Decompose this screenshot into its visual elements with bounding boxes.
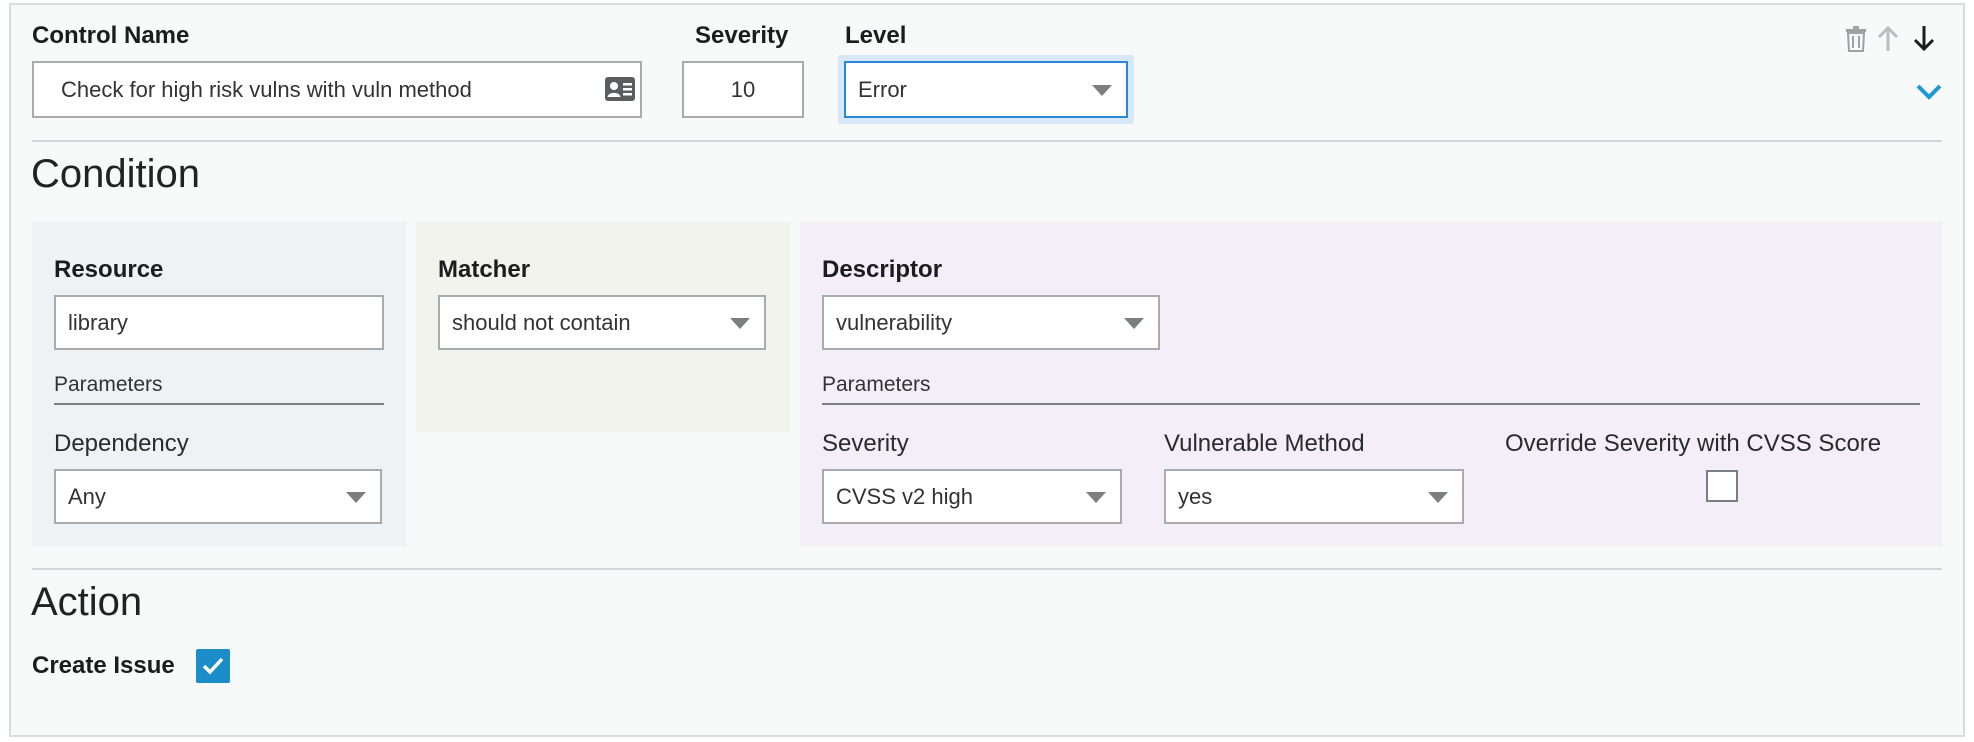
dependency-label: Dependency	[54, 430, 189, 457]
chevron-down-icon	[1428, 491, 1448, 503]
control-name-value: Check for high risk vulns with vuln meth…	[61, 76, 472, 102]
descriptor-severity-label: Severity	[822, 430, 909, 457]
dependency-value: Any	[68, 483, 106, 509]
condition-title: Condition	[31, 152, 201, 196]
arrow-down-icon[interactable]	[1912, 26, 1936, 57]
control-name-input[interactable]: Check for high risk vulns with vuln meth…	[32, 61, 642, 118]
descriptor-severity-select[interactable]: CVSS v2 high	[822, 469, 1122, 524]
matcher-value: should not contain	[452, 309, 631, 335]
descriptor-severity-value: CVSS v2 high	[836, 483, 973, 509]
descriptor-select[interactable]: vulnerability	[822, 295, 1160, 350]
arrow-up-icon[interactable]	[1876, 25, 1900, 57]
dependency-select[interactable]: Any	[54, 469, 382, 524]
checkmark-icon	[202, 657, 224, 675]
create-issue-label: Create Issue	[32, 652, 175, 679]
severity-input[interactable]: 10	[682, 61, 804, 118]
resource-parameters-label: Parameters	[54, 373, 163, 396]
chevron-down-icon	[1092, 84, 1112, 96]
descriptor-label: Descriptor	[822, 256, 943, 283]
resource-value: library	[68, 309, 128, 335]
chevron-down-icon	[1124, 317, 1144, 329]
descriptor-parameters-label: Parameters	[822, 373, 931, 396]
override-severity-label: Override Severity with CVSS Score	[1505, 430, 1882, 457]
descriptor-value: vulnerability	[836, 309, 953, 335]
resource-parameters-divider	[54, 403, 384, 405]
action-title: Action	[31, 580, 143, 624]
chevron-down-icon	[346, 491, 366, 503]
resource-label: Resource	[54, 256, 164, 283]
level-label: Level	[845, 22, 907, 49]
contact-card-icon[interactable]	[604, 76, 636, 102]
override-severity-checkbox[interactable]	[1706, 470, 1738, 502]
descriptor-parameters-divider	[822, 403, 1920, 405]
divider	[32, 140, 1942, 142]
resource-input[interactable]: library	[54, 295, 384, 350]
trash-icon[interactable]	[1845, 26, 1867, 57]
level-select[interactable]: Error	[844, 61, 1128, 118]
vulnerable-method-select[interactable]: yes	[1164, 469, 1464, 524]
severity-value: 10	[730, 76, 756, 102]
severity-label: Severity	[695, 22, 789, 49]
collapse-chevron-icon[interactable]	[1915, 83, 1943, 106]
vulnerable-method-value: yes	[1178, 483, 1213, 509]
control-name-label: Control Name	[32, 22, 190, 49]
create-issue-checkbox[interactable]	[196, 649, 230, 683]
level-value: Error	[858, 76, 907, 102]
matcher-select[interactable]: should not contain	[438, 295, 766, 350]
divider	[32, 568, 1942, 570]
vulnerable-method-label: Vulnerable Method	[1164, 430, 1365, 457]
chevron-down-icon	[730, 317, 750, 329]
chevron-down-icon	[1086, 491, 1106, 503]
matcher-label: Matcher	[438, 256, 531, 283]
